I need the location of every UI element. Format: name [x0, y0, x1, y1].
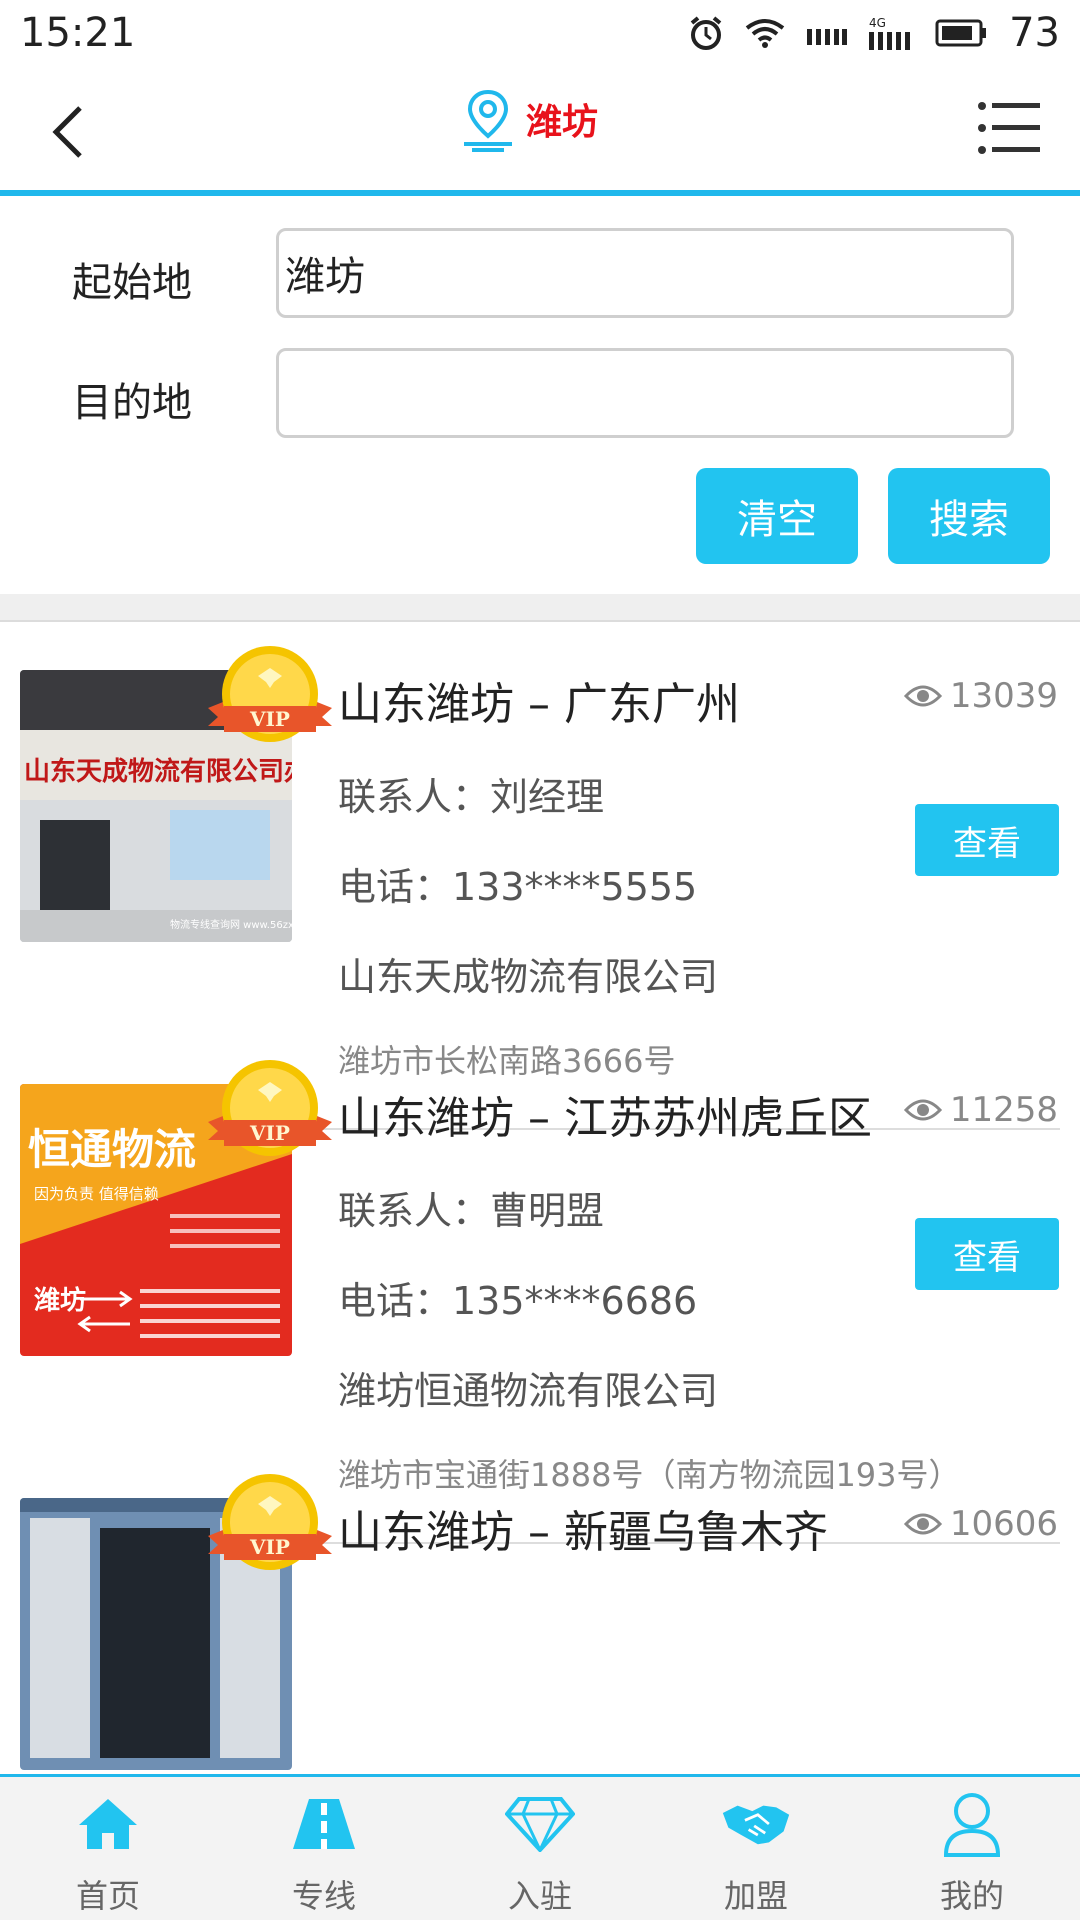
status-icons: 4G 73 — [689, 10, 1060, 56]
photo-sign-text: 恒通物流 — [28, 1125, 196, 1174]
menu-button[interactable] — [978, 100, 1040, 160]
view-count-value: 10606 — [949, 1504, 1058, 1544]
listing-company: 山东天成物流有限公司 — [338, 955, 719, 999]
battery-icon — [935, 19, 987, 47]
battery-level: 73 — [1009, 10, 1060, 56]
view-button[interactable]: 查看 — [915, 1218, 1059, 1290]
location-pin-icon — [464, 89, 512, 152]
origin-label: 起始地 — [72, 260, 192, 306]
vip-badge-icon: VIP — [208, 1474, 332, 1570]
menu-icon — [978, 102, 1040, 154]
network-label: 4G — [869, 16, 886, 30]
listing-company: 潍坊恒通物流有限公司 — [338, 1369, 719, 1413]
vip-badge-icon: VIP — [208, 646, 332, 742]
nav-franchise[interactable]: 加盟 — [648, 1777, 864, 1920]
status-bar: 15:21 4G 73 — [0, 0, 1080, 66]
back-icon — [52, 106, 82, 158]
view-button[interactable]: 查看 — [915, 804, 1059, 876]
handshake-icon — [721, 1789, 791, 1859]
view-count: 10606 — [903, 1504, 1058, 1544]
bottom-nav: 首页 专线 入驻 加盟 我的 — [0, 1774, 1080, 1920]
user-icon — [937, 1789, 1007, 1859]
wifi-icon — [745, 18, 785, 48]
nav-label: 我的 — [939, 1877, 1004, 1915]
listing-phone: 电话：133****5555 — [338, 865, 698, 909]
view-count: 13039 — [903, 676, 1058, 716]
listing-route: 山东潍坊 – 广东广州 — [338, 679, 740, 730]
nav-routes[interactable]: 专线 — [216, 1777, 432, 1920]
listing-list[interactable]: 山东天成物流有限公司办 物流专线查询网 www.56zxcx.com VIP 山… — [0, 624, 1080, 1772]
listing-phone: 电话：135****6686 — [338, 1279, 698, 1323]
vip-label: VIP — [249, 1535, 290, 1559]
eye-icon — [903, 1099, 942, 1121]
road-icon — [289, 1789, 359, 1859]
list-item[interactable]: VIP 山东潍坊 – 新疆乌鲁木齐 10606 — [0, 1452, 1080, 1772]
origin-input[interactable] — [276, 228, 1014, 318]
signal-icon — [807, 21, 848, 45]
vip-label: VIP — [249, 707, 290, 731]
nav-label: 首页 — [75, 1877, 140, 1915]
destination-label: 目的地 — [72, 380, 192, 426]
nav-home[interactable]: 首页 — [0, 1777, 216, 1920]
listing-route: 山东潍坊 – 江苏苏州虎丘区 — [338, 1093, 872, 1144]
home-icon — [73, 1789, 143, 1859]
destination-row: 目的地 — [0, 348, 1080, 438]
4g-signal-icon: 4G — [869, 16, 913, 50]
page-title: 潍坊 — [526, 102, 599, 143]
search-button[interactable]: 搜索 — [888, 468, 1050, 564]
listing-contact: 联系人：曹明盟 — [338, 1189, 605, 1233]
header: 潍坊 — [0, 66, 1080, 196]
route-search-form: 起始地 目的地 清空 搜索 — [0, 202, 1080, 594]
nav-profile[interactable]: 我的 — [864, 1777, 1080, 1920]
listing-contact: 联系人：刘经理 — [338, 775, 605, 819]
listing-route: 山东潍坊 – 新疆乌鲁木齐 — [338, 1507, 828, 1558]
vip-label: VIP — [249, 1121, 290, 1145]
nav-label: 专线 — [291, 1877, 356, 1915]
view-count-value: 11258 — [949, 1090, 1058, 1130]
back-button[interactable] — [40, 96, 96, 168]
nav-label: 加盟 — [723, 1877, 788, 1915]
photo-city: 潍坊 — [34, 1285, 86, 1316]
diamond-icon — [505, 1789, 575, 1859]
photo-sign-text: 山东天成物流有限公司办 — [24, 756, 292, 787]
destination-input[interactable] — [276, 348, 1014, 438]
view-count: 11258 — [903, 1090, 1058, 1130]
eye-icon — [903, 1513, 942, 1535]
city-selector[interactable]: 潍坊 — [460, 86, 598, 152]
photo-slogan: 因为负责 值得信赖 — [34, 1185, 159, 1203]
status-time: 15:21 — [20, 10, 136, 56]
clear-button[interactable]: 清空 — [696, 468, 858, 564]
origin-row: 起始地 — [0, 228, 1080, 318]
photo-watermark: 物流专线查询网 www.56zxcx.com — [170, 918, 292, 931]
eye-icon — [903, 685, 942, 707]
vip-badge-icon: VIP — [208, 1060, 332, 1156]
view-count-value: 13039 — [949, 676, 1058, 716]
nav-label: 入驻 — [507, 1877, 572, 1915]
section-divider — [0, 594, 1080, 622]
alarm-icon — [689, 15, 723, 51]
nav-join[interactable]: 入驻 — [432, 1777, 648, 1920]
